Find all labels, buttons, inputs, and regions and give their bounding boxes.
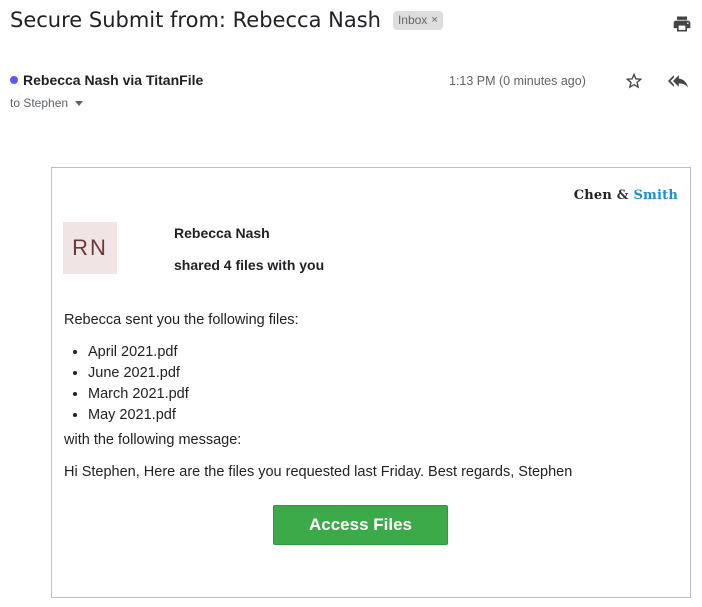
email-body-card: Chen & Smith RN Rebecca Nash shared 4 fi…	[51, 167, 691, 598]
file-item: June 2021.pdf	[88, 363, 189, 384]
reply-all-icon	[668, 75, 688, 88]
star-outline-icon	[625, 72, 643, 89]
file-item: May 2021.pdf	[88, 405, 189, 426]
file-item: April 2021.pdf	[88, 342, 189, 363]
file-list: April 2021.pdf June 2021.pdf March 2021.…	[88, 342, 189, 426]
message-text: Hi Stephen, Here are the files you reque…	[64, 464, 573, 480]
subject-row: Secure Submit from: Rebecca Nash Inbox ×	[10, 8, 443, 32]
print-button[interactable]	[672, 14, 692, 34]
unread-dot-icon	[10, 76, 18, 84]
sender-row: Rebecca Nash via TitanFile	[10, 72, 203, 88]
brand-logo: Chen & Smith	[574, 188, 678, 203]
sender-avatar: RN	[63, 222, 117, 274]
reply-all-button[interactable]	[667, 71, 689, 91]
recipient-details-toggle[interactable]: to Stephen	[10, 96, 84, 110]
sharer-name: Rebecca Nash	[174, 225, 270, 241]
remove-label-icon[interactable]: ×	[431, 14, 437, 26]
brand-name-part2: Smith	[633, 188, 678, 203]
recipient-text: to Stephen	[10, 96, 69, 110]
email-subject: Secure Submit from: Rebecca Nash	[10, 8, 381, 32]
message-time: 1:13 PM (0 minutes ago)	[449, 74, 586, 88]
shared-summary: shared 4 files with you	[174, 257, 325, 273]
sender-name: Rebecca Nash via TitanFile	[23, 72, 204, 88]
file-item: March 2021.pdf	[88, 384, 189, 405]
star-button[interactable]	[624, 71, 644, 91]
chevron-down-icon	[75, 100, 84, 106]
message-label: with the following message:	[64, 432, 242, 448]
printer-icon	[673, 16, 691, 32]
brand-ampersand: &	[616, 188, 629, 203]
files-intro: Rebecca sent you the following files:	[64, 312, 299, 328]
brand-name-part1: Chen	[573, 188, 613, 203]
inbox-label-text: Inbox	[397, 12, 428, 27]
inbox-label-chip[interactable]: Inbox ×	[392, 10, 443, 30]
access-files-button[interactable]: Access Files	[273, 505, 448, 545]
